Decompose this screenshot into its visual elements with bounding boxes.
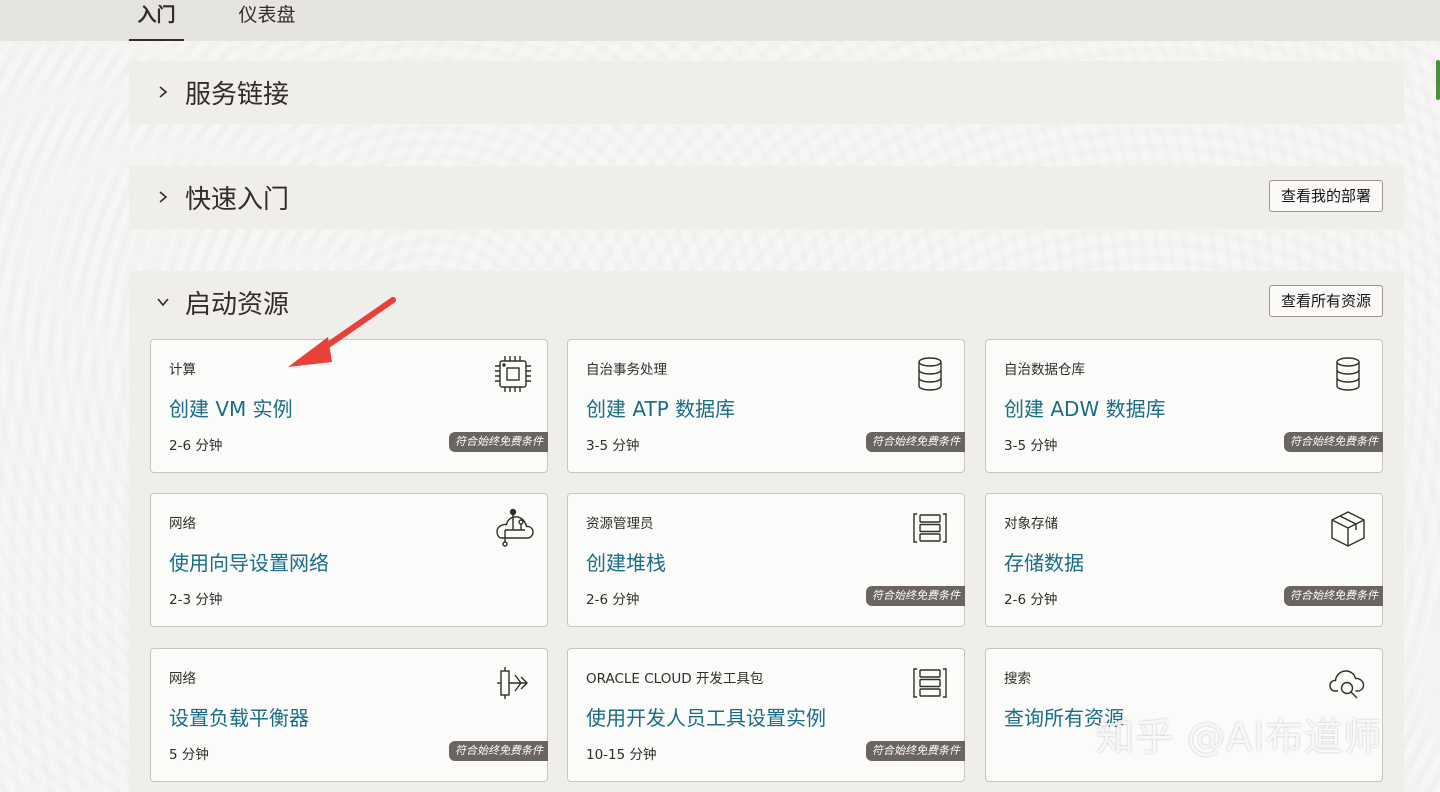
card-category: 网络 bbox=[169, 516, 196, 532]
card-time: 2-6 分钟 bbox=[169, 438, 223, 454]
panel-title: 服务链接 bbox=[185, 79, 290, 110]
database-icon bbox=[918, 357, 942, 391]
chevron-right-icon bbox=[159, 86, 168, 98]
card-time: 5 分钟 bbox=[169, 747, 209, 763]
card-create-atp[interactable]: 自治事务处理 创建 ATP 数据库 3-5 分钟 符合始终免费条件 bbox=[567, 339, 965, 473]
panel-title: 启动资源 bbox=[185, 289, 290, 320]
always-free-badge: 符合始终免费条件 bbox=[1284, 586, 1383, 606]
tab-dashboard[interactable]: 仪表盘 bbox=[236, 0, 298, 41]
card-time: 3-5 分钟 bbox=[586, 438, 640, 454]
always-free-badge: 符合始终免费条件 bbox=[449, 432, 548, 452]
cloud-network-icon bbox=[496, 508, 534, 547]
tab-bar: 入门 仪表盘 bbox=[0, 0, 1440, 41]
database-icon bbox=[1336, 357, 1360, 391]
panel-quick-start-header[interactable]: 快速入门 bbox=[157, 180, 290, 215]
chip-icon bbox=[495, 356, 531, 392]
card-time: 2-3 分钟 bbox=[169, 592, 223, 608]
card-category: 资源管理员 bbox=[586, 516, 654, 532]
always-free-badge: 符合始终免费条件 bbox=[866, 741, 965, 761]
card-load-balancer[interactable]: 网络 设置负载平衡器 5 分钟 符合始终免费条件 bbox=[150, 648, 548, 782]
card-time: 2-6 分钟 bbox=[586, 592, 640, 608]
card-time: 2-6 分钟 bbox=[1004, 592, 1058, 608]
always-free-badge: 符合始终免费条件 bbox=[866, 432, 965, 452]
card-title[interactable]: 创建堆栈 bbox=[586, 547, 666, 576]
card-title[interactable]: 使用开发人员工具设置实例 bbox=[586, 702, 826, 731]
card-search-resources[interactable]: 搜索 查询所有资源 bbox=[985, 648, 1383, 782]
panel-service-links-header[interactable]: 服务链接 bbox=[157, 75, 290, 110]
card-create-stack[interactable]: 资源管理员 创建堆栈 2-6 分钟 符合始终免费条件 bbox=[567, 493, 965, 627]
card-title[interactable]: 创建 ADW 数据库 bbox=[1004, 393, 1166, 422]
card-time: 3-5 分钟 bbox=[1004, 438, 1058, 454]
view-my-deployments-button[interactable]: 查看我的部署 bbox=[1268, 180, 1383, 212]
card-category: 网络 bbox=[169, 671, 196, 687]
card-create-adw[interactable]: 自治数据仓库 创建 ADW 数据库 3-5 分钟 符合始终免费条件 bbox=[985, 339, 1383, 473]
card-category: 自治事务处理 bbox=[586, 362, 667, 378]
card-category: ORACLE CLOUD 开发工具包 bbox=[586, 671, 764, 687]
always-free-badge: 符合始终免费条件 bbox=[1284, 432, 1383, 452]
card-dev-tools[interactable]: ORACLE CLOUD 开发工具包 使用开发人员工具设置实例 10-15 分钟… bbox=[567, 648, 965, 782]
card-title[interactable]: 设置负载平衡器 bbox=[169, 702, 309, 731]
panel-service-links: 服务链接 bbox=[129, 61, 1404, 124]
chevron-right-icon bbox=[159, 191, 168, 203]
tab-getting-started[interactable]: 入门 bbox=[129, 0, 184, 41]
always-free-badge: 符合始终免费条件 bbox=[449, 741, 548, 761]
card-title[interactable]: 存储数据 bbox=[1004, 547, 1084, 576]
card-time: 10-15 分钟 bbox=[586, 747, 657, 763]
always-free-badge: 符合始终免费条件 bbox=[866, 586, 965, 606]
box-icon bbox=[1331, 511, 1365, 547]
card-title[interactable]: 使用向导设置网络 bbox=[169, 547, 329, 576]
card-category: 对象存储 bbox=[1004, 516, 1058, 532]
card-category: 自治数据仓库 bbox=[1004, 362, 1085, 378]
stack-icon bbox=[913, 668, 947, 698]
stack-icon bbox=[913, 513, 947, 543]
panel-title: 快速入门 bbox=[185, 184, 290, 215]
panel-quick-start: 快速入门 查看我的部署 bbox=[129, 166, 1404, 229]
card-network-wizard[interactable]: 网络 使用向导设置网络 2-3 分钟 bbox=[150, 493, 548, 627]
card-title[interactable]: 创建 VM 实例 bbox=[169, 393, 293, 422]
load-balancer-icon bbox=[497, 667, 528, 699]
card-create-vm[interactable]: 计算 创建 VM 实例 2-6 分钟 符合始终免费条件 bbox=[150, 339, 548, 473]
card-title[interactable]: 创建 ATP 数据库 bbox=[586, 393, 735, 422]
view-all-resources-button[interactable]: 查看所有资源 bbox=[1268, 285, 1383, 317]
cloud-search-icon bbox=[1329, 670, 1365, 699]
scrollbar[interactable] bbox=[1436, 60, 1440, 100]
chevron-down-icon bbox=[157, 298, 169, 307]
card-category: 搜索 bbox=[1004, 671, 1031, 687]
panel-launch-resources-header[interactable]: 启动资源 bbox=[157, 285, 290, 320]
card-object-storage[interactable]: 对象存储 存储数据 2-6 分钟 符合始终免费条件 bbox=[985, 493, 1383, 627]
card-category: 计算 bbox=[169, 362, 196, 378]
card-title[interactable]: 查询所有资源 bbox=[1004, 702, 1124, 731]
